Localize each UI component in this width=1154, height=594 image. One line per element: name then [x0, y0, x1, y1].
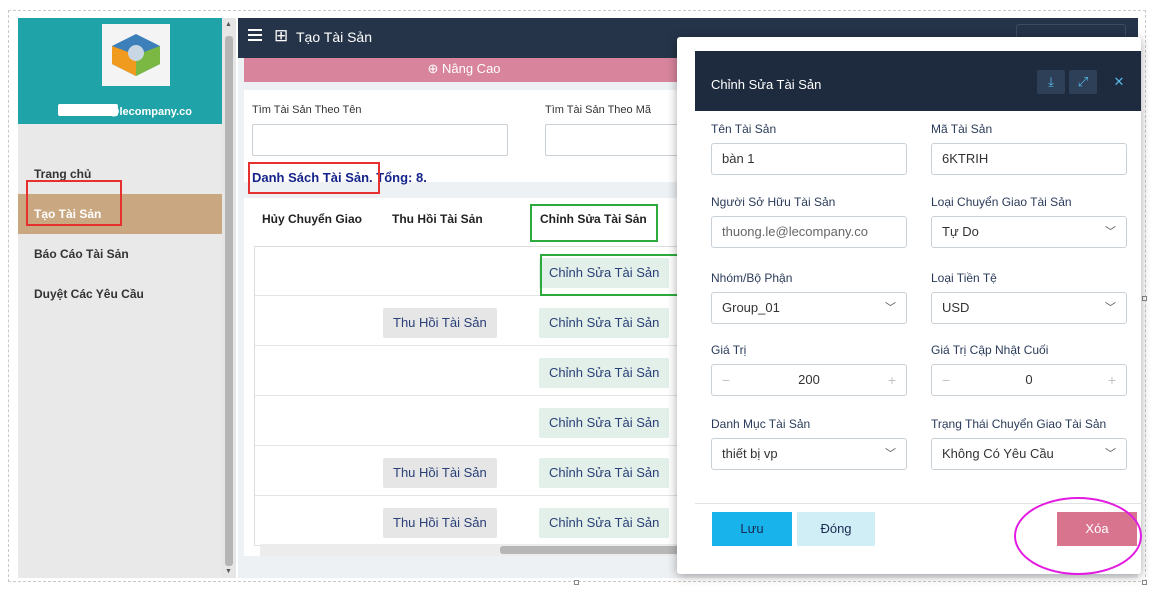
transfer-type-value: Tự Do — [942, 224, 979, 239]
column-header-cancel-transfer: Hủy Chuyển Giao — [262, 212, 363, 226]
table-row: Chỉnh Sửa Tài Sản — [255, 346, 684, 396]
scrollbar-thumb[interactable] — [225, 36, 233, 566]
page-title: Tạo Tài Sản — [296, 29, 373, 45]
scrollbar-thumb[interactable] — [500, 546, 680, 554]
asset-code-field[interactable]: 6KTRIH — [931, 143, 1127, 175]
annotation-magenta-ellipse — [1014, 497, 1142, 575]
edit-asset-button[interactable]: Chỉnh Sửa Tài Sản — [539, 308, 670, 338]
recall-asset-button[interactable]: Thu Hồi Tài Sản — [383, 458, 497, 488]
asset-name-field[interactable]: bàn 1 — [711, 143, 907, 175]
currency-value: USD — [942, 300, 970, 315]
plus-icon[interactable]: + — [888, 365, 896, 395]
category-label: Danh Mục Tài Sản — [711, 417, 811, 431]
assets-icon: ⊞ — [274, 26, 289, 45]
download-icon[interactable]: ⤓ — [1037, 70, 1065, 94]
group-value: Group_01 — [722, 300, 780, 315]
group-select[interactable]: Group_01 ﹀ — [711, 292, 907, 324]
annotation-red-box — [26, 180, 122, 226]
search-by-code-input[interactable] — [545, 124, 684, 156]
chevron-down-icon: ﹀ — [1105, 448, 1116, 460]
resize-handle[interactable] — [1142, 580, 1147, 585]
edit-asset-button[interactable]: Chỉnh Sửa Tài Sản — [539, 408, 670, 438]
transfer-type-label: Loại Chuyển Giao Tài Sản — [931, 195, 1072, 209]
search-by-name-label: Tìm Tài Sản Theo Tên — [252, 104, 362, 116]
advanced-button[interactable]: ⊕ Nâng Cao — [244, 58, 684, 82]
recall-asset-button[interactable]: Thu Hồi Tài Sản — [383, 308, 497, 338]
search-by-name-input[interactable] — [252, 124, 508, 156]
plus-icon[interactable]: + — [1108, 365, 1116, 395]
asset-name-label: Tên Tài Sản — [711, 122, 777, 136]
sidebar-menu: Trang chủ Tạo Tài Sản Báo Cáo Tài Sản Du… — [18, 154, 222, 314]
table-row: Chỉnh Sửa Tài Sản — [255, 396, 684, 446]
asset-owner-value: thuong.le@lecompany.co — [722, 224, 868, 239]
edit-asset-modal: Chỉnh Sửa Tài Sản ⤓ ⤢ ✕ Tên Tài Sản bàn … — [677, 37, 1141, 574]
edit-asset-button[interactable]: Chỉnh Sửa Tài Sản — [539, 458, 670, 488]
save-button[interactable]: Lưu — [712, 512, 792, 546]
annotation-green-box — [540, 254, 684, 296]
asset-owner-label: Người Sở Hữu Tài Sản — [711, 195, 836, 209]
transfer-status-value: Không Có Yêu Cầu — [942, 446, 1054, 461]
modal-header: Chỉnh Sửa Tài Sản ⤓ ⤢ ✕ — [695, 51, 1141, 111]
table-row: Thu Hồi Tài Sản Chỉnh Sửa Tài Sản — [255, 296, 684, 346]
group-label: Nhóm/Bộ Phận — [711, 271, 793, 285]
chevron-down-icon: ﹀ — [885, 448, 896, 460]
value-stepper[interactable]: − 200 + — [711, 364, 907, 396]
transfer-status-select[interactable]: Không Có Yêu Cầu ﹀ — [931, 438, 1127, 470]
transfer-type-select[interactable]: Tự Do ﹀ — [931, 216, 1127, 248]
horizontal-scrollbar[interactable] — [260, 544, 684, 556]
resize-handle[interactable] — [574, 580, 579, 585]
value-number: 200 — [798, 372, 820, 387]
sidebar-header: @lecompany.co — [18, 18, 222, 124]
asset-table: Hủy Chuyển Giao Thu Hồi Tài Sản Chỉnh Sử… — [244, 198, 684, 556]
close-icon[interactable]: ✕ — [1105, 70, 1133, 94]
scroll-down-icon[interactable]: ▼ — [225, 568, 232, 575]
edit-asset-button[interactable]: Chỉnh Sửa Tài Sản — [539, 358, 670, 388]
category-select[interactable]: thiết bị vp ﹀ — [711, 438, 907, 470]
chevron-down-icon: ﹀ — [1105, 226, 1116, 238]
last-value-number: 0 — [1025, 372, 1033, 387]
company-logo — [102, 24, 170, 86]
asset-code-label: Mã Tài Sản — [931, 122, 993, 136]
asset-list-total: Tổng: 8. — [376, 170, 427, 185]
last-value-label: Giá Trị Cập Nhật Cuối — [931, 343, 1049, 357]
close-button[interactable]: Đóng — [797, 512, 875, 546]
chevron-down-icon: ﹀ — [1105, 302, 1116, 314]
category-value: thiết bị vp — [722, 446, 778, 461]
recall-asset-button[interactable]: Thu Hồi Tài Sản — [383, 508, 497, 538]
scroll-up-icon[interactable]: ▲ — [225, 21, 232, 28]
table-row: Thu Hồi Tài Sản Chỉnh Sửa Tài Sản — [255, 496, 684, 546]
value-label: Giá Trị — [711, 343, 747, 357]
advanced-label: Nâng Cao — [441, 61, 501, 76]
asset-owner-field[interactable]: thuong.le@lecompany.co — [711, 216, 907, 248]
vertical-scrollbar[interactable]: ▲ ▼ — [222, 18, 236, 578]
currency-select[interactable]: USD ﹀ — [931, 292, 1127, 324]
chevron-down-icon: ﹀ — [885, 302, 896, 314]
sidebar-item-asset-report[interactable]: Báo Cáo Tài Sản — [18, 234, 222, 274]
currency-label: Loại Tiền Tệ — [931, 271, 997, 285]
asset-code-value: 6KTRIH — [942, 151, 989, 166]
modal-title: Chỉnh Sửa Tài Sản — [711, 77, 822, 92]
user-email: @lecompany.co — [108, 106, 192, 118]
sidebar: @lecompany.co Trang chủ Tạo Tài Sản Báo … — [18, 18, 222, 578]
asset-name-value: bàn 1 — [722, 151, 755, 166]
sidebar-item-approve-requests[interactable]: Duyệt Các Yêu Cầu — [18, 274, 222, 314]
annotation-red-box — [248, 162, 380, 194]
annotation-green-box — [530, 204, 658, 242]
edit-asset-button[interactable]: Chỉnh Sửa Tài Sản — [539, 508, 670, 538]
menu-icon[interactable] — [248, 29, 262, 41]
transfer-status-label: Trạng Thái Chuyển Giao Tài Sản — [931, 417, 1107, 431]
search-by-code-label: Tìm Tài Sản Theo Mã — [545, 104, 651, 116]
resize-handle[interactable] — [1142, 296, 1147, 301]
arrow-up-circle-icon: ⊕ — [427, 61, 439, 76]
table-row: Thu Hồi Tài Sản Chỉnh Sửa Tài Sản — [255, 446, 684, 496]
last-value-stepper[interactable]: − 0 + — [931, 364, 1127, 396]
column-header-recall: Thu Hồi Tài Sản — [392, 212, 483, 226]
external-link-icon[interactable]: ⤢ — [1069, 70, 1097, 94]
